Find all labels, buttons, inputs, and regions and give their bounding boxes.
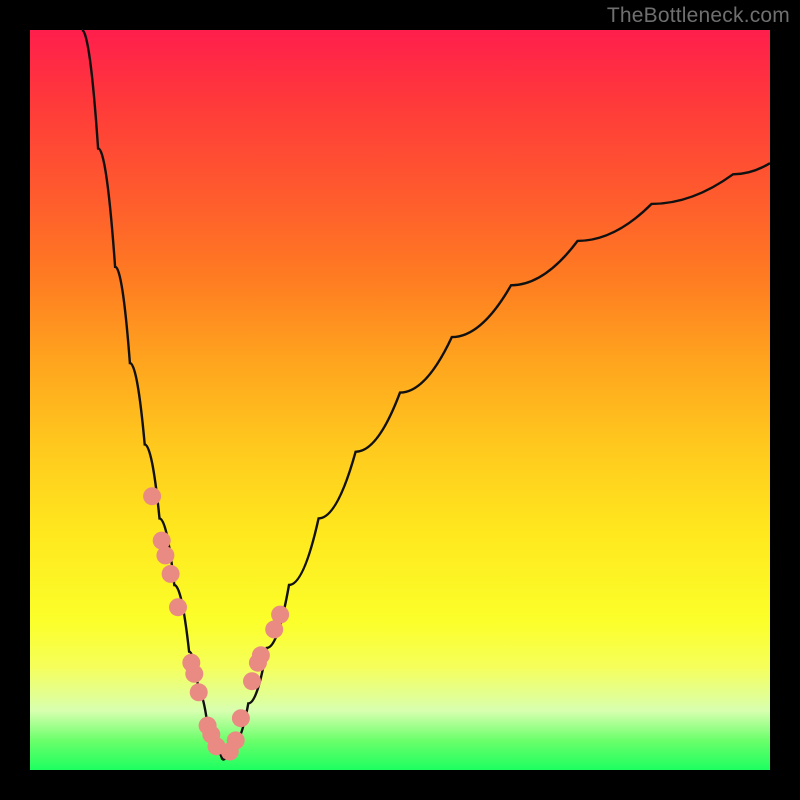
- watermark-text: TheBottleneck.com: [607, 4, 790, 28]
- curve-dot: [185, 665, 203, 683]
- curve-dot: [227, 731, 245, 749]
- curve-dot: [169, 598, 187, 616]
- curve-dot: [162, 565, 180, 583]
- curve-dot: [243, 672, 261, 690]
- curve-dot: [232, 709, 250, 727]
- plot-area: [30, 30, 770, 770]
- curve-layer: [30, 30, 770, 770]
- curve-dot: [143, 487, 161, 505]
- curve-dot: [156, 546, 174, 564]
- curve-dot: [190, 683, 208, 701]
- curve-right-branch: [222, 163, 770, 759]
- chart-stage: TheBottleneck.com: [0, 0, 800, 800]
- curve-dot: [252, 646, 270, 664]
- curve-dot: [271, 606, 289, 624]
- curve-left-branch: [82, 30, 223, 760]
